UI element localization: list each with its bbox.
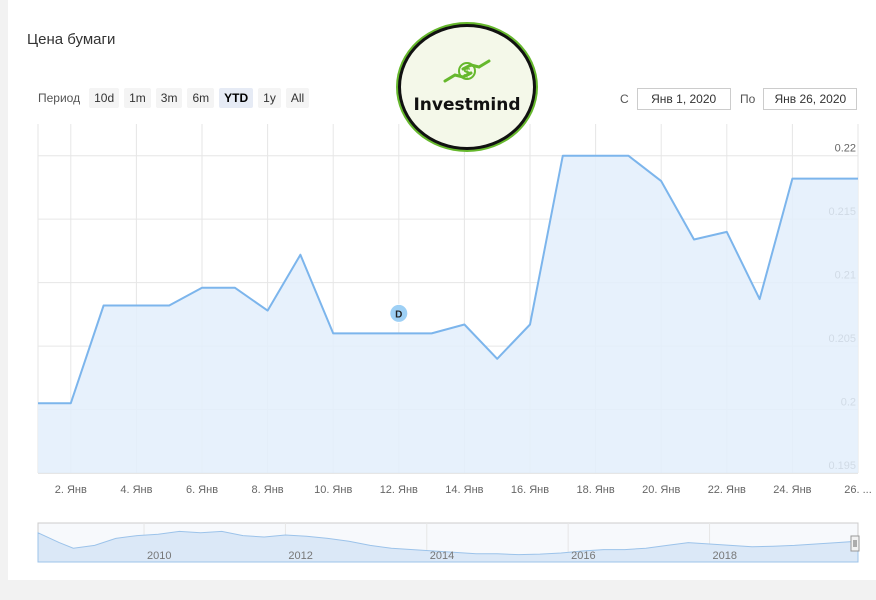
- price-point: [234, 287, 235, 288]
- navigator-year-label: 2018: [713, 550, 737, 562]
- navigator-year-label: 2014: [430, 550, 454, 562]
- price-point: [70, 403, 71, 404]
- price-point: [464, 324, 465, 325]
- price-point: [595, 155, 596, 156]
- price-point: [300, 254, 301, 255]
- x-tick-label: 2. Янв: [55, 484, 87, 496]
- price-point: [694, 239, 695, 240]
- price-point: [661, 181, 662, 182]
- price-point: [858, 178, 859, 179]
- x-tick-label: 18. Янв: [576, 484, 614, 496]
- price-point: [792, 178, 793, 179]
- price-area: [38, 155, 858, 473]
- navigator-year-label: 2016: [571, 550, 595, 562]
- logo-watermark: $ Investmind: [372, 0, 560, 150]
- price-point: [759, 299, 760, 300]
- price-point: [530, 324, 531, 325]
- price-point: [333, 333, 334, 334]
- x-tick-label: 26. ...: [844, 484, 872, 496]
- x-tick-label: 12. Янв: [380, 484, 418, 496]
- price-point: [366, 333, 367, 334]
- x-tick-label: 10. Янв: [314, 484, 352, 496]
- price-point: [202, 287, 203, 288]
- logo-text: Investmind: [413, 95, 521, 115]
- x-tick-label: 4. Янв: [120, 484, 152, 496]
- price-point: [136, 305, 137, 306]
- navigator-year-label: 2010: [147, 550, 171, 562]
- x-tick-label: 14. Янв: [445, 484, 483, 496]
- money-hands-icon: $: [443, 59, 491, 83]
- x-tick-label: 6. Янв: [186, 484, 218, 496]
- y-tick-label: 0.22: [835, 143, 856, 155]
- price-point: [267, 310, 268, 311]
- logo-circle: $ Investmind: [398, 24, 536, 150]
- price-point: [169, 305, 170, 306]
- price-point: [38, 403, 39, 404]
- x-tick-label: 22. Янв: [708, 484, 746, 496]
- price-point: [103, 305, 104, 306]
- navigator-handle[interactable]: [850, 535, 860, 552]
- flag-label: D: [395, 309, 402, 320]
- price-point: [562, 155, 563, 156]
- price-point: [398, 333, 399, 334]
- x-tick-label: 20. Янв: [642, 484, 680, 496]
- x-tick-label: 16. Янв: [511, 484, 549, 496]
- price-point: [825, 178, 826, 179]
- x-tick-label: 8. Янв: [252, 484, 284, 496]
- svg-text:$: $: [463, 65, 471, 79]
- price-point: [431, 333, 432, 334]
- price-point: [726, 231, 727, 232]
- price-point: [497, 358, 498, 359]
- navigator-year-label: 2012: [288, 550, 312, 562]
- x-tick-label: 24. Янв: [773, 484, 811, 496]
- price-point: [628, 155, 629, 156]
